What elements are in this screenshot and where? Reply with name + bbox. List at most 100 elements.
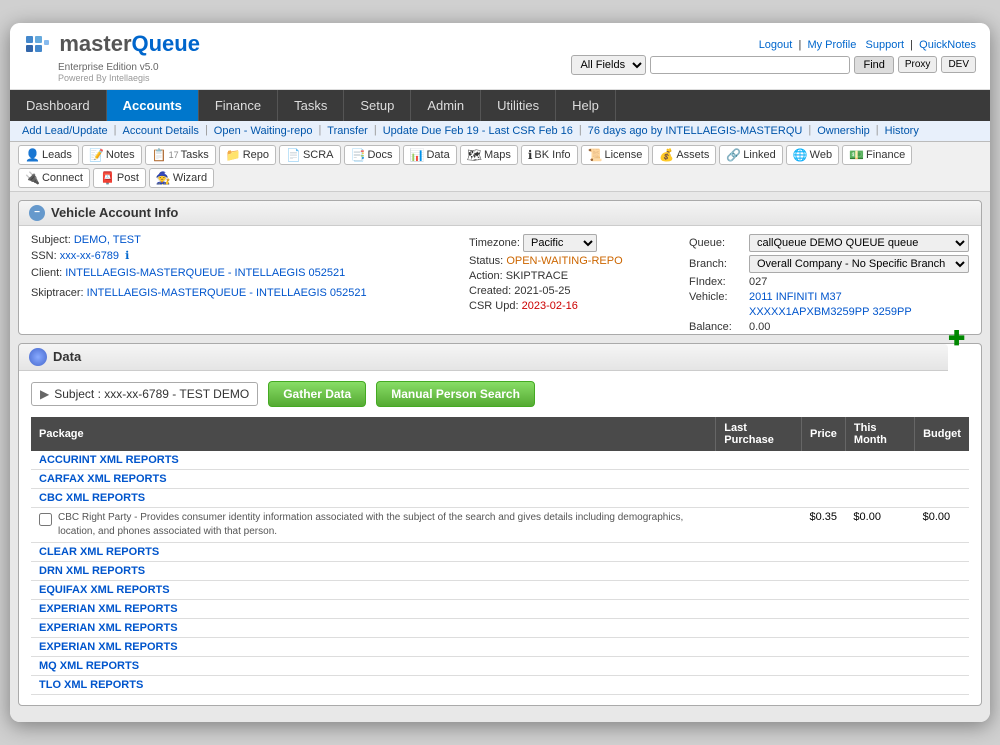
table-row: EQUIFAX XML REPORTS bbox=[31, 580, 969, 599]
data-table: Package Last Purchase Price This Month B… bbox=[31, 417, 969, 695]
tool-wizard[interactable]: 🧙 Wizard bbox=[149, 168, 214, 188]
sub-nav-transfer[interactable]: Transfer bbox=[323, 124, 372, 138]
package-link[interactable]: CBC XML REPORTS bbox=[39, 492, 145, 504]
vehicle-vin-link[interactable]: XXXXX1APXBM3259PP 3259PP bbox=[749, 306, 912, 318]
table-row: EXPERIAN XML REPORTS bbox=[31, 599, 969, 618]
group-header-cell: TLO XML REPORTS bbox=[31, 675, 969, 694]
group-header-cell: CARFAX XML REPORTS bbox=[31, 469, 969, 488]
package-link[interactable]: DRN XML REPORTS bbox=[39, 565, 145, 577]
support-link[interactable]: Support bbox=[866, 39, 905, 51]
sub-nav-account-details[interactable]: Account Details bbox=[119, 124, 203, 138]
tool-tasks[interactable]: 📋 17Tasks bbox=[145, 145, 216, 165]
queue-select[interactable]: callQueue DEMO QUEUE queue bbox=[749, 234, 969, 252]
maps-icon: 🗺 bbox=[467, 148, 482, 162]
package-link[interactable]: EXPERIAN XML REPORTS bbox=[39, 603, 178, 615]
timezone-select[interactable]: Pacific Mountain Central Eastern bbox=[523, 234, 597, 252]
tool-maps[interactable]: 🗺 Maps bbox=[460, 145, 518, 165]
logo-master: master bbox=[59, 31, 131, 56]
sub-nav-history[interactable]: History bbox=[881, 124, 923, 138]
tool-linked[interactable]: 🔗 Linked bbox=[719, 145, 782, 165]
header: masterQueue Enterprise Edition v5.0 Powe… bbox=[10, 23, 990, 90]
branch-select[interactable]: Overall Company - No Specific Branch bbox=[749, 255, 969, 273]
skiptracer-label: Skiptracer: bbox=[31, 287, 84, 299]
status-value: OPEN-WAITING-REPO bbox=[506, 255, 622, 267]
search-field-select[interactable]: All Fields bbox=[571, 55, 646, 75]
table-row: CARFAX XML REPORTS bbox=[31, 469, 969, 488]
sub-nav-add-lead[interactable]: Add Lead/Update bbox=[18, 124, 112, 138]
tool-scra[interactable]: 📄 SCRA bbox=[279, 145, 341, 165]
package-link[interactable]: EXPERIAN XML REPORTS bbox=[39, 641, 178, 653]
logo-subtitle: Enterprise Edition v5.0 bbox=[24, 62, 200, 73]
vehicle-link[interactable]: 2011 INFINITI M37 bbox=[749, 291, 842, 303]
tool-license[interactable]: 📜 License bbox=[581, 145, 650, 165]
package-link[interactable]: TLO XML REPORTS bbox=[39, 679, 143, 691]
tool-repo[interactable]: 📁 Repo bbox=[219, 145, 276, 165]
nav-help[interactable]: Help bbox=[556, 90, 616, 121]
nav-finance[interactable]: Finance bbox=[199, 90, 278, 121]
quick-notes-link[interactable]: QuickNotes bbox=[919, 39, 976, 51]
queue-row: Queue: callQueue DEMO QUEUE queue bbox=[689, 234, 969, 252]
tool-finance[interactable]: 💵 Finance bbox=[842, 145, 912, 165]
data-section-icon bbox=[29, 348, 47, 366]
tool-bk-info[interactable]: ℹ BK Info bbox=[521, 145, 578, 165]
package-link[interactable]: CARFAX XML REPORTS bbox=[39, 473, 167, 485]
sub-nav-76days[interactable]: 76 days ago by INTELLAEGIS-MASTERQU bbox=[584, 124, 807, 138]
tool-web[interactable]: 🌐 Web bbox=[786, 145, 839, 165]
vehicle-section-title: Vehicle Account Info bbox=[51, 205, 178, 220]
sub-nav-update-due[interactable]: Update Due Feb 19 - Last CSR Feb 16 bbox=[379, 124, 577, 138]
account-right-col: Queue: callQueue DEMO QUEUE queue Branch… bbox=[689, 234, 969, 336]
nav-utilities[interactable]: Utilities bbox=[481, 90, 556, 121]
data-icon: 📊 bbox=[410, 148, 425, 162]
nav-setup[interactable]: Setup bbox=[344, 90, 411, 121]
subject-link[interactable]: DEMO, TEST bbox=[74, 234, 141, 246]
package-link[interactable]: MQ XML REPORTS bbox=[39, 660, 139, 672]
manual-person-search-button[interactable]: Manual Person Search bbox=[376, 381, 535, 407]
content: − Vehicle Account Info Subject: DEMO, TE… bbox=[10, 192, 990, 722]
ssn-link[interactable]: xxx-xx-6789 bbox=[60, 250, 119, 262]
package-link[interactable]: ACCURINT XML REPORTS bbox=[39, 454, 179, 466]
package-link[interactable]: EXPERIAN XML REPORTS bbox=[39, 622, 178, 634]
sub-nav-open-waiting[interactable]: Open - Waiting-repo bbox=[210, 124, 317, 138]
search-input[interactable] bbox=[650, 56, 850, 74]
logout-link[interactable]: Logout bbox=[759, 39, 793, 51]
tool-data[interactable]: 📊 Data bbox=[403, 145, 457, 165]
tool-post[interactable]: 📮 Post bbox=[93, 168, 146, 188]
package-link[interactable]: CLEAR XML REPORTS bbox=[39, 546, 159, 558]
skiptracer-link[interactable]: INTELLAEGIS-MASTERQUEUE - INTELLAEGIS 05… bbox=[87, 287, 367, 299]
nav-tasks[interactable]: Tasks bbox=[278, 90, 344, 121]
group-header-cell: EXPERIAN XML REPORTS bbox=[31, 599, 969, 618]
ssn-info-icon[interactable]: ℹ bbox=[125, 250, 129, 262]
leads-icon: 👤 bbox=[25, 148, 40, 162]
table-row: DRN XML REPORTS bbox=[31, 561, 969, 580]
tool-connect[interactable]: 🔌 Connect bbox=[18, 168, 90, 188]
table-row: EXPERIAN XML REPORTS bbox=[31, 637, 969, 656]
dev-button[interactable]: DEV bbox=[941, 56, 976, 73]
budget-cell: $0.00 bbox=[915, 507, 969, 542]
nav-admin[interactable]: Admin bbox=[411, 90, 481, 121]
package-link[interactable]: EQUIFAX XML REPORTS bbox=[39, 584, 170, 596]
client-link[interactable]: INTELLAEGIS-MASTERQUEUE - INTELLAEGIS 05… bbox=[65, 267, 345, 279]
gather-data-button[interactable]: Gather Data bbox=[268, 381, 366, 407]
tool-docs[interactable]: 📑 Docs bbox=[344, 145, 400, 165]
created-label: Created: bbox=[469, 285, 511, 297]
account-mid-col: Timezone: Pacific Mountain Central Easte… bbox=[469, 234, 669, 336]
nav-dashboard[interactable]: Dashboard bbox=[10, 90, 107, 121]
skiptracer-row: Skiptracer: INTELLAEGIS-MASTERQUEUE - IN… bbox=[31, 287, 449, 299]
table-body: ACCURINT XML REPORTS CARFAX XML REPORTS … bbox=[31, 451, 969, 695]
package-cell: CBC Right Party - Provides consumer iden… bbox=[31, 507, 716, 542]
package-checkbox[interactable] bbox=[39, 513, 52, 526]
sub-nav-ownership[interactable]: Ownership bbox=[813, 124, 874, 138]
repo-icon: 📁 bbox=[226, 148, 241, 162]
find-button[interactable]: Find bbox=[854, 56, 893, 74]
scra-icon: 📄 bbox=[286, 148, 301, 162]
table-row: CBC Right Party - Provides consumer iden… bbox=[31, 507, 969, 542]
tool-assets[interactable]: 💰 Assets bbox=[652, 145, 716, 165]
subject-bar: ▶ Subject : xxx-xx-6789 - TEST DEMO Gath… bbox=[31, 381, 969, 407]
my-profile-link[interactable]: My Profile bbox=[807, 39, 856, 51]
nav-accounts[interactable]: Accounts bbox=[107, 90, 199, 121]
tool-notes[interactable]: 📝 Notes bbox=[82, 145, 142, 165]
collapse-button[interactable]: − bbox=[29, 205, 45, 221]
tool-leads[interactable]: 👤 Leads bbox=[18, 145, 79, 165]
proxy-button[interactable]: Proxy bbox=[898, 56, 938, 73]
status-label: Status: bbox=[469, 255, 503, 267]
